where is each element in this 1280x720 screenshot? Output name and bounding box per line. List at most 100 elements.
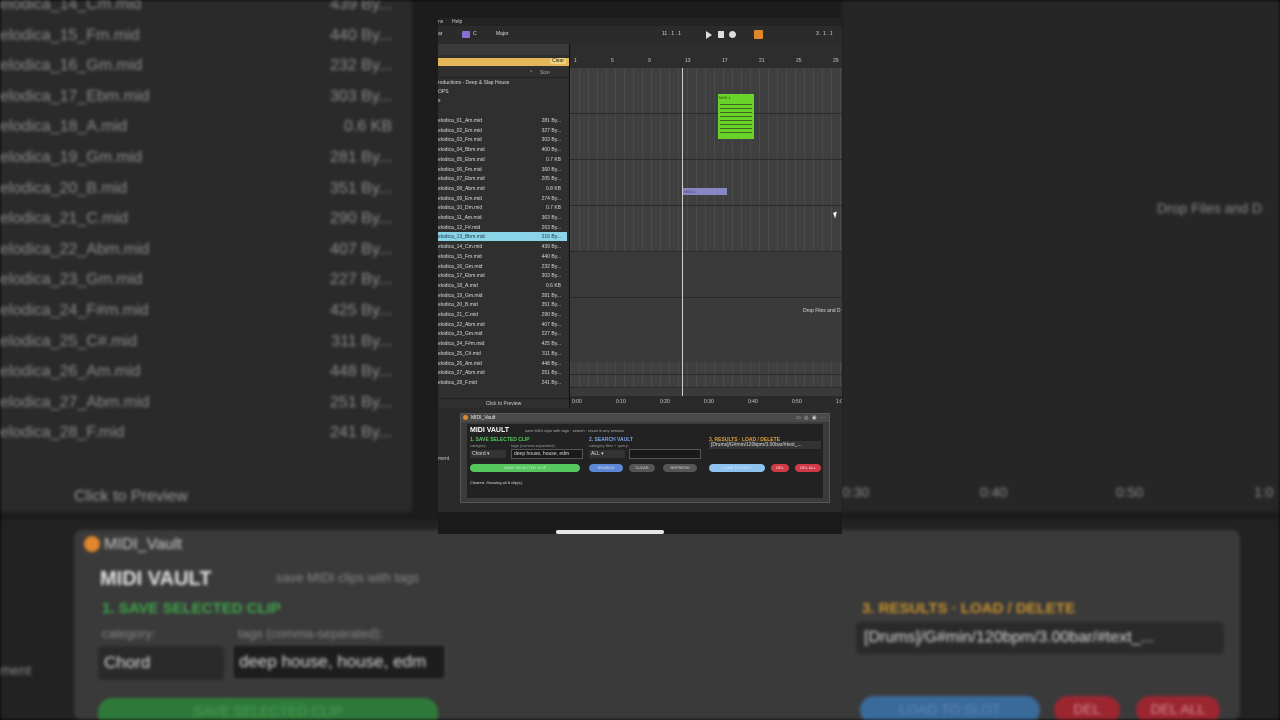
file-row[interactable]: elodica_14_Cm.mid 439 By... [438,242,567,251]
file-row[interactable]: elodica_09_Em.mid 274 By... [438,194,567,203]
load-to-slot-button[interactable]: LOAD TO SLOT [709,464,765,472]
time-label: 0:10 [616,399,626,405]
track-lane[interactable] [570,114,842,160]
record-button[interactable] [729,31,736,38]
file-size: 205 By... [541,176,561,183]
file-row[interactable]: elodica_11_Am.mid 363 By... [438,213,567,222]
file-row[interactable]: elodica_01_Am.mid 281 By... [438,116,567,125]
stop-button[interactable] [718,31,724,38]
clear-button[interactable]: Clear [550,58,566,64]
track-lane[interactable] [570,160,842,206]
bg-file-size: 425 By... [330,302,392,319]
menu-item[interactable]: ns [438,19,443,25]
file-row[interactable]: elodica_02_Em.mid 327 By... [438,126,567,135]
file-name: elodica_13_Bbm.mid [438,234,485,241]
file-size: 363 By... [541,215,561,221]
browser-columns: ^ Size [438,68,569,78]
track-lane[interactable] [570,206,842,252]
menu-help[interactable]: Help [452,19,462,25]
bg-file-row: elodica_18_A.mid 0.6 KB [0,112,412,142]
save-selected-clip-button[interactable]: SAVE SELECTED CLIP [470,464,580,472]
file-row[interactable]: elodica_25_C#.mid 311 By... [438,349,567,358]
track-lane[interactable] [570,68,842,114]
bar-ruler[interactable]: 1 5 9 13 17 21 25 29 [570,44,842,69]
bg-file-name: elodica_22_Abm.mid [0,240,150,258]
file-row[interactable]: elodica_18_A.mid 0.6 KB [438,281,567,290]
track-lane[interactable] [570,252,842,298]
filter-select[interactable]: ALL ▾ [589,450,625,458]
file-row[interactable]: elodica_28_F.mid 241 By... [438,378,567,387]
playhead [682,68,683,408]
return-track[interactable] [570,375,842,388]
results-select[interactable]: [Drums]/G#min/120bpm/3.00bar/#text_... [709,441,821,449]
clear-search-button[interactable]: CLEAR [629,464,655,472]
file-row[interactable]: elodica_27_Abm.mid 251 By... [438,368,567,377]
delete-button[interactable]: DEL [771,464,789,472]
scale-select[interactable]: Major [496,31,509,37]
bg-ruler-label: 0:40 [980,484,1008,500]
bg-file-name: elodica_28_F.mid [0,424,125,442]
query-input[interactable] [629,449,701,459]
category-select[interactable]: Chord ▾ [470,450,506,458]
file-row[interactable]: elodica_15_Fm.mid 440 By... [438,252,567,261]
device-header-icons[interactable]: ▭ ◎ ▣ ⋯ [796,415,826,421]
filter-value: ALL [591,451,600,457]
bar-number: 17 [722,58,728,64]
search-button[interactable]: SEARCH [589,464,623,472]
file-row-selected[interactable]: elodica_13_Bbm.mid 216 By... [438,232,567,242]
time-label: 0:40 [748,399,758,405]
browser-path[interactable]: roductions - Deep & Slap House [438,80,509,86]
delete-all-button[interactable]: DEL ALL [795,464,821,472]
file-name: elodica_16_Gm.mid [438,263,483,270]
time-label: 0:20 [660,399,670,405]
file-size: 227 By... [541,331,561,338]
bg-delall-button: DEL ALL [1136,696,1220,720]
bg-file-name: elodica_20_B.mid [0,179,128,197]
arrangement-position[interactable]: 11 . 1 . 1 [662,31,681,37]
bar-number: 5 [611,58,614,64]
bg-file-size: 241 By... [330,424,392,442]
midi-clip-selected[interactable]: MIDI 1 [682,188,727,195]
bg-category-label: category: [102,626,156,641]
scale-mode[interactable]: ar [438,31,442,37]
browser-subfolder[interactable]: s [438,98,441,104]
time-ruler[interactable]: 0:00 0:10 0:20 0:30 0:40 0:50 1:0 [570,396,842,408]
device-power-icon[interactable] [463,415,468,420]
file-row[interactable]: elodica_19_Gm.mid 281 By... [438,291,567,300]
file-row[interactable]: elodica_06_Fm.mid 360 By... [438,165,567,174]
file-row[interactable]: elodica_08_Abm.mid 0.8 KB [438,184,567,193]
file-row[interactable]: elodica_21_C.mid 290 By... [438,310,567,319]
return-track[interactable] [570,362,842,375]
file-row[interactable]: elodica_04_Bbm.mid 400 By... [438,145,567,154]
file-row[interactable]: elodica_24_F#m.mid 425 By... [438,339,567,348]
size-column-header[interactable]: Size [540,70,550,76]
file-row[interactable]: elodica_20_B.mid 351 By... [438,300,567,309]
bg-file-name: elodica_23_Gm.mid [0,271,143,289]
file-row[interactable]: elodica_05_Ebm.mid 0.7 KB [438,155,567,164]
file-size: 281 By... [541,292,561,299]
file-row[interactable]: elodica_16_Gm.mid 232 By... [438,262,567,271]
refresh-button[interactable]: REFRESH [663,464,697,472]
status-text: Cleared. Showing all 6 clip(s). [470,480,523,485]
loop-position[interactable]: 3 . 1 . 1 [816,31,833,37]
tags-input[interactable]: deep house, house, edm [511,449,583,459]
file-name: elodica_07_Ebm.mid [438,176,485,183]
file-row[interactable]: elodica_07_Ebm.mid 205 By... [438,174,567,183]
file-row[interactable]: elodica_22_Abm.mid 407 By... [438,320,567,329]
sort-icon[interactable]: ^ [530,70,532,76]
bg-file-row: elodica_20_B.mid 351 By... [0,174,412,204]
bg-file-row: elodica_16_Gm.mid 232 By... [0,51,412,81]
midi-clip[interactable]: MIDI 1 [718,94,754,139]
draw-mode-button[interactable] [754,30,763,39]
play-button[interactable] [706,31,712,39]
file-row[interactable]: elodica_17_Ebm.mid 303 By... [438,271,567,280]
file-row[interactable]: elodica_23_Gm.mid 227 By... [438,329,567,338]
file-row[interactable]: elodica_26_Am.mid 448 By... [438,359,567,368]
file-row[interactable]: elodica_03_Fm.mid 303 By... [438,135,567,144]
scale-toggle[interactable] [462,31,470,38]
file-size: 400 By... [541,147,561,154]
key-select[interactable]: C [473,31,477,37]
browser-folder[interactable]: OPS [438,89,449,95]
file-row[interactable]: elodica_10_Dm.mid 0.7 KB [438,203,567,212]
file-row[interactable]: elodica_12_F#.mid 263 By... [438,223,567,232]
